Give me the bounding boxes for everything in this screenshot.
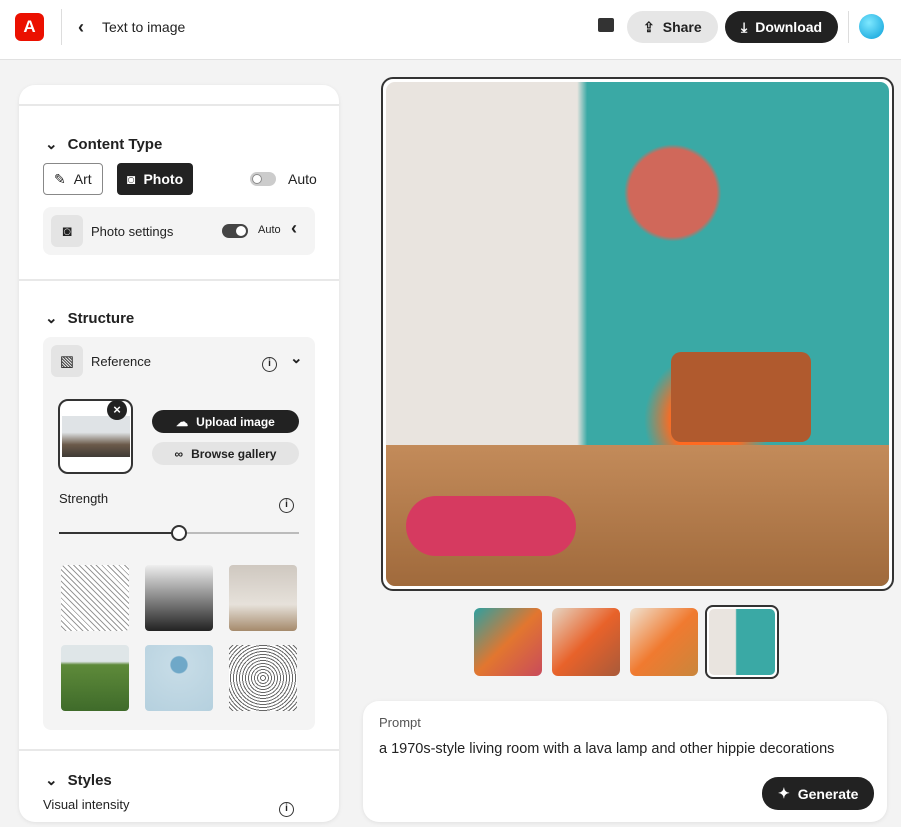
- photo-auto-toggle[interactable]: [222, 224, 248, 238]
- thumbnail-3[interactable]: [630, 608, 698, 676]
- reference-box: ▧ Reference i ⌄ × ☁ Upload image ∞ Browse …: [43, 337, 315, 730]
- share-button[interactable]: ⇪ Share: [627, 11, 718, 43]
- gallery-item-bird-sketch[interactable]: [61, 565, 129, 631]
- comment-icon[interactable]: [598, 18, 614, 32]
- adobe-logo[interactable]: A: [15, 13, 44, 41]
- binoculars-icon: ∞: [174, 446, 184, 461]
- gallery-item-owl-sketch[interactable]: [229, 645, 297, 711]
- slider-fill: [59, 532, 179, 534]
- gallery-item-green-road[interactable]: [61, 645, 129, 711]
- divider: [19, 749, 339, 751]
- camera-settings-icon: ◙: [51, 215, 83, 247]
- reference-image-icon: ▧: [51, 345, 83, 377]
- download-icon: ⤓: [741, 18, 748, 35]
- generated-image: [386, 82, 889, 586]
- photo-settings-row[interactable]: ◙ Photo settings Auto ‹: [43, 207, 315, 255]
- prompt-panel: Prompt a 1970s-style living room with a …: [363, 701, 887, 822]
- chevron-down-icon: ⌄: [45, 310, 58, 327]
- reference-image: [62, 416, 130, 457]
- upload-image-button[interactable]: ☁ Upload image: [152, 410, 299, 433]
- chevron-left-icon[interactable]: ‹: [291, 218, 297, 239]
- brush-icon: ✎: [54, 170, 66, 187]
- back-chevron-icon[interactable]: ‹: [78, 17, 84, 38]
- photo-button[interactable]: ◙ Photo: [117, 163, 194, 195]
- photo-auto-label: Auto: [258, 224, 281, 236]
- auto-toggle[interactable]: [250, 172, 276, 186]
- content-type-header[interactable]: ⌄ Content Type: [45, 135, 162, 154]
- strength-label: Strength: [59, 491, 109, 506]
- divider: [61, 9, 62, 45]
- strength-slider[interactable]: [59, 525, 299, 541]
- generate-sparkle-icon: ✦: [778, 785, 790, 801]
- camera-icon: ◙: [127, 171, 136, 187]
- top-bar: A ‹ Text to image ⇪ Share ⤓ Download: [0, 0, 901, 60]
- generate-button[interactable]: ✦ Generate: [762, 777, 875, 810]
- divider: [19, 104, 339, 106]
- gallery-item-blue-sphere[interactable]: [145, 645, 213, 711]
- slider-handle[interactable]: [171, 525, 187, 541]
- divider: [848, 11, 849, 43]
- prompt-input[interactable]: a 1970s-style living room with a lava la…: [379, 741, 834, 757]
- styles-header[interactable]: ⌄ Styles: [45, 771, 112, 790]
- info-icon[interactable]: i: [262, 353, 277, 372]
- info-icon[interactable]: i: [279, 494, 294, 513]
- structure-header[interactable]: ⌄ Structure: [45, 309, 134, 328]
- chevron-down-icon: ⌄: [45, 136, 58, 153]
- photo-settings-label: Photo settings: [91, 224, 174, 239]
- cloud-upload-icon: ☁: [176, 414, 189, 429]
- generated-image-frame[interactable]: [381, 77, 894, 591]
- thumbnail-2[interactable]: [552, 608, 620, 676]
- gallery-item-misty-valley[interactable]: [145, 565, 213, 631]
- art-button[interactable]: ✎ Art: [43, 163, 103, 195]
- prompt-label: Prompt: [379, 715, 421, 730]
- info-icon[interactable]: i: [279, 798, 294, 817]
- browse-gallery-button[interactable]: ∞ Browse gallery: [152, 442, 299, 465]
- chevron-down-icon: ⌄: [45, 772, 58, 789]
- auto-label: Auto: [288, 171, 317, 187]
- gallery-item-living-room[interactable]: [229, 565, 297, 631]
- settings-panel: ⌄ Content Type ✎ Art ◙ Photo Auto ◙ Photo s…: [19, 85, 339, 822]
- thumbnail-4-selected[interactable]: [705, 605, 779, 679]
- share-icon: ⇪: [643, 18, 655, 35]
- visual-intensity-label: Visual intensity: [43, 797, 130, 812]
- divider: [19, 279, 339, 281]
- chevron-down-icon[interactable]: ⌄: [290, 349, 303, 367]
- page-title: Text to image: [102, 19, 186, 35]
- remove-icon[interactable]: ×: [107, 400, 127, 420]
- thumbnail-1[interactable]: [474, 608, 542, 676]
- reference-label: Reference: [91, 354, 151, 369]
- avatar[interactable]: [859, 14, 884, 39]
- download-button[interactable]: ⤓ Download: [725, 11, 839, 43]
- reference-thumbnail[interactable]: ×: [58, 399, 133, 474]
